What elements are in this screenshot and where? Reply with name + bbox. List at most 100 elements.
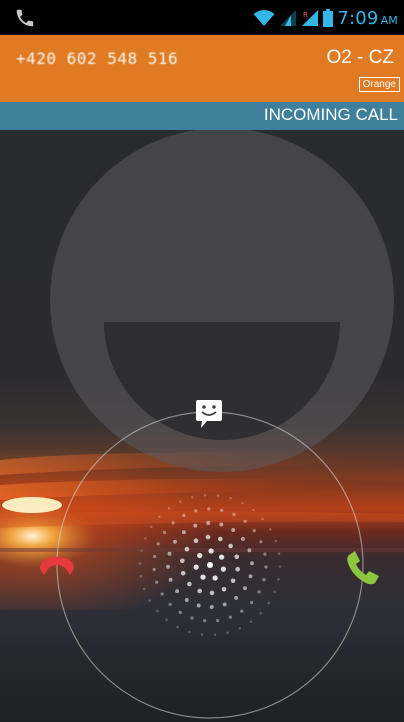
glow-dot — [180, 558, 185, 564]
glow-dot — [278, 565, 282, 568]
glow-dot — [167, 506, 171, 510]
glow-dot — [206, 521, 211, 525]
glow-dot — [138, 562, 142, 565]
glow-dot — [203, 493, 207, 497]
glow-dot — [213, 633, 217, 637]
glow-dot — [178, 610, 182, 615]
glow-dot — [219, 522, 224, 527]
glow-dot — [235, 566, 240, 572]
glow-dot — [187, 581, 192, 587]
glow-dot — [190, 616, 194, 620]
glow-dot — [181, 530, 186, 535]
glow-dot — [173, 539, 177, 544]
glow-dot — [250, 600, 254, 605]
glow-dot — [238, 627, 242, 630]
glow-dot — [248, 574, 253, 579]
glow-dot — [180, 570, 186, 576]
glow-dot — [208, 548, 214, 554]
glow-dot — [267, 601, 270, 605]
glow-dot — [205, 534, 211, 540]
glow-dot — [196, 603, 201, 608]
glow-dot — [184, 598, 189, 602]
glow-dot — [200, 633, 204, 636]
glow-dot — [274, 539, 278, 543]
glowpad-widget[interactable] — [0, 0, 404, 722]
glow-dot — [264, 565, 268, 569]
glow-dot — [175, 589, 180, 594]
glow-dot — [144, 537, 147, 540]
glow-dot — [261, 517, 264, 521]
glow-dot — [193, 523, 198, 528]
glow-dot — [216, 494, 220, 497]
glow-dot — [197, 588, 202, 594]
glow-dot — [209, 590, 215, 596]
glow-dot — [226, 631, 229, 634]
glow-dot — [156, 609, 159, 613]
glow-dot — [166, 564, 170, 569]
glow-dot — [243, 586, 247, 591]
glow-dot — [165, 618, 168, 622]
glow-dot — [262, 578, 266, 582]
glow-dot — [178, 500, 182, 503]
glow-dot — [158, 515, 161, 518]
glow-dot — [216, 618, 220, 623]
glow-dot — [250, 561, 254, 566]
glow-dot — [182, 513, 186, 518]
glow-dot — [152, 567, 156, 572]
decline-call-button[interactable] — [33, 541, 81, 589]
glow-dot — [194, 509, 198, 513]
glow-dot — [277, 552, 281, 555]
glow-dot — [228, 543, 233, 549]
glow-dot — [273, 590, 276, 593]
glow-dot — [241, 501, 244, 505]
glow-dot — [142, 587, 146, 591]
glow-dot — [277, 578, 280, 581]
glow-dot — [207, 507, 211, 511]
glow-dot — [218, 536, 223, 542]
glow-dot — [150, 525, 153, 529]
glow-dot — [162, 530, 166, 535]
glow-dot — [259, 612, 262, 615]
glow-dot — [252, 529, 256, 533]
glow-dot — [148, 599, 151, 602]
glow-dot — [234, 554, 240, 560]
glow-dot — [231, 528, 236, 532]
glow-dot — [193, 564, 199, 570]
glow-dot — [140, 549, 143, 552]
glow-dot — [197, 552, 203, 559]
answer-call-button[interactable] — [338, 543, 386, 591]
glow-dot — [220, 566, 227, 572]
glow-dot — [160, 592, 164, 596]
glow-dot — [153, 554, 157, 559]
glow-dot — [263, 552, 267, 556]
glow-dot — [167, 551, 172, 556]
glow-dot — [176, 625, 179, 629]
glow-dot — [240, 609, 244, 613]
glow-dot — [232, 512, 236, 517]
glow-dot — [230, 578, 236, 584]
glow-dot — [171, 521, 175, 525]
glowpad-center-handle[interactable] — [138, 493, 282, 637]
glow-dot — [234, 595, 239, 600]
glow-dot — [156, 542, 160, 546]
glow-dot — [221, 587, 227, 592]
glow-dot — [259, 540, 263, 544]
reply-sms-button[interactable] — [187, 390, 231, 434]
glow-dot — [252, 508, 255, 512]
glow-dot — [193, 538, 199, 543]
glow-dot — [243, 519, 247, 523]
glow-dot — [228, 615, 232, 619]
glow-dot — [209, 605, 214, 609]
glow-dot — [168, 577, 173, 582]
glow-dot — [222, 602, 227, 607]
glow-dot — [203, 619, 207, 623]
glow-dot — [191, 496, 194, 499]
glow-dot — [212, 575, 218, 581]
glow-dot — [155, 580, 159, 584]
glow-dot — [139, 575, 143, 578]
glow-dot — [188, 630, 191, 634]
glow-dot — [168, 602, 172, 606]
glow-dot — [247, 548, 252, 553]
glow-dot — [249, 620, 253, 624]
glow-dot — [207, 562, 213, 568]
